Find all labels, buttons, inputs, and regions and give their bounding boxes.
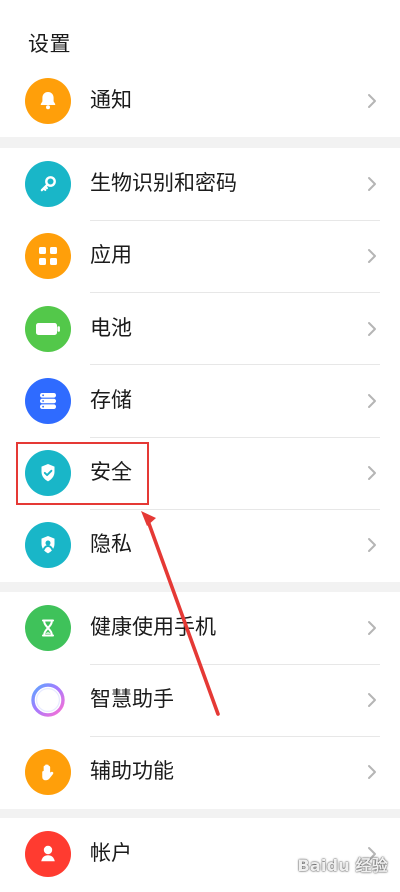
settings-item-label: 存储: [90, 388, 132, 412]
settings-item-battery[interactable]: 电池: [0, 293, 400, 366]
settings-item-label: 生物识别和密码: [90, 171, 237, 195]
settings-item-biometrics[interactable]: 生物识别和密码: [0, 148, 400, 221]
chevron-right-icon: [368, 322, 376, 336]
settings-item-privacy[interactable]: 隐私: [0, 509, 400, 582]
storage-icon: [25, 378, 71, 424]
hand-icon: [25, 749, 71, 795]
chevron-right-icon: [368, 621, 376, 635]
key-icon: [25, 161, 71, 207]
settings-item-label: 安全: [90, 460, 132, 484]
chevron-right-icon: [368, 177, 376, 191]
bell-icon: [25, 78, 71, 124]
settings-item-storage[interactable]: 存储: [0, 365, 400, 438]
settings-item-digital-balance[interactable]: 健康使用手机: [0, 592, 400, 665]
chevron-right-icon: [368, 94, 376, 108]
account-icon: [25, 831, 71, 877]
chevron-right-icon: [368, 538, 376, 552]
status-bar-strip: [0, 0, 400, 8]
chevron-right-icon: [368, 394, 376, 408]
page-header: 设置: [0, 8, 400, 64]
settings-group-3: 健康使用手机 智慧助手 辅助功能: [0, 592, 400, 809]
settings-item-security[interactable]: 安全: [0, 437, 400, 510]
settings-item-accessibility[interactable]: 辅助功能: [0, 736, 400, 809]
page-title: 设置: [28, 32, 71, 56]
apps-grid-icon: [25, 233, 71, 279]
shield-check-icon: [25, 450, 71, 496]
settings-group-1: 通知: [0, 64, 400, 137]
settings-item-label: 通知: [90, 88, 132, 112]
settings-item-apps[interactable]: 应用: [0, 220, 400, 293]
settings-group-2: 生物识别和密码 应用 电池 存储 安全 隐私: [0, 148, 400, 582]
settings-item-label: 帐户: [90, 841, 132, 865]
privacy-icon: [25, 522, 71, 568]
settings-item-smart-assistant[interactable]: 智慧助手: [0, 664, 400, 737]
settings-screen: 设置 通知 生物识别和密码 应用 电池 存储 安全 隐私 健康使用手机 智慧助手…: [0, 0, 400, 892]
settings-item-label: 健康使用手机: [90, 615, 216, 639]
chevron-right-icon: [368, 693, 376, 707]
settings-item-label: 应用: [90, 243, 132, 267]
chevron-right-icon: [368, 249, 376, 263]
settings-item-label: 电池: [90, 316, 132, 340]
settings-item-notification[interactable]: 通知: [0, 64, 400, 137]
chevron-right-icon: [368, 466, 376, 480]
hourglass-icon: [25, 605, 71, 651]
settings-item-label: 辅助功能: [90, 759, 174, 783]
chevron-right-icon: [368, 765, 376, 779]
settings-item-label: 隐私: [90, 532, 132, 556]
battery-icon: [25, 306, 71, 352]
watermark-text: Baidu 经验: [297, 856, 388, 875]
assistant-orb-icon: [25, 677, 71, 723]
settings-item-label: 智慧助手: [90, 687, 174, 711]
